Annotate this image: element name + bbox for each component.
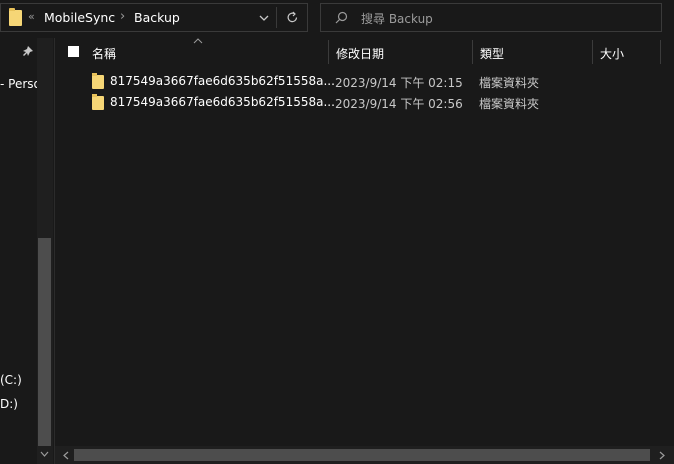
scroll-right-arrow-icon[interactable] [658,451,665,460]
search-box[interactable]: 搜尋 Backup [320,3,662,32]
pin-icon[interactable] [22,45,34,57]
folder-icon [92,73,104,89]
nav-scrollbar-thumb[interactable] [38,238,51,446]
address-divider [276,7,277,28]
nav-item-personal[interactable]: - Perso [0,77,41,91]
column-header-size[interactable]: 大小 [600,45,624,62]
nav-item-drive-d[interactable]: D:) [0,397,18,411]
file-type: 檔案資料夾 [479,97,540,111]
sort-up-icon [193,38,203,44]
file-date: 2023/9/14 下午 02:56 [335,97,463,111]
scroll-left-arrow-icon[interactable] [63,451,70,460]
folder-icon [9,8,22,26]
column-separator[interactable] [328,40,329,64]
column-header-name[interactable]: 名稱 [92,45,116,62]
breadcrumb-separator: › [120,9,126,24]
horizontal-scrollbar-thumb[interactable] [74,449,650,461]
scroll-down-arrow-icon[interactable] [40,451,49,458]
column-header-date[interactable]: 修改日期 [336,45,384,62]
list-item[interactable]: 817549a3667fae6d635b62f51558a... 2023/9/… [55,72,655,92]
column-separator[interactable] [472,40,473,64]
list-item[interactable]: 817549a3667fae6d635b62f51558a... 2023/9/… [55,93,655,113]
search-input[interactable]: 搜尋 Backup [361,10,433,27]
column-separator[interactable] [592,40,593,64]
address-bar[interactable]: « MobileSync › Backup [0,3,308,32]
file-date: 2023/9/14 下午 02:15 [335,76,463,90]
search-icon [335,11,348,24]
select-all-checkbox[interactable] [68,46,79,57]
breadcrumb-overflow[interactable]: « [28,10,35,23]
chevron-down-icon[interactable] [259,14,269,22]
breadcrumb-item-mobilesync[interactable]: MobileSync [44,10,115,25]
column-separator[interactable] [660,40,661,64]
refresh-icon[interactable] [286,11,299,24]
file-name: 817549a3667fae6d635b62f51558a... [110,95,335,109]
column-header-type[interactable]: 類型 [480,45,504,62]
folder-icon [92,94,104,110]
file-type: 檔案資料夾 [479,76,540,90]
file-name: 817549a3667fae6d635b62f51558a... [110,74,335,88]
breadcrumb-item-backup[interactable]: Backup [134,10,180,25]
nav-item-drive-c[interactable]: (C:) [0,373,22,387]
